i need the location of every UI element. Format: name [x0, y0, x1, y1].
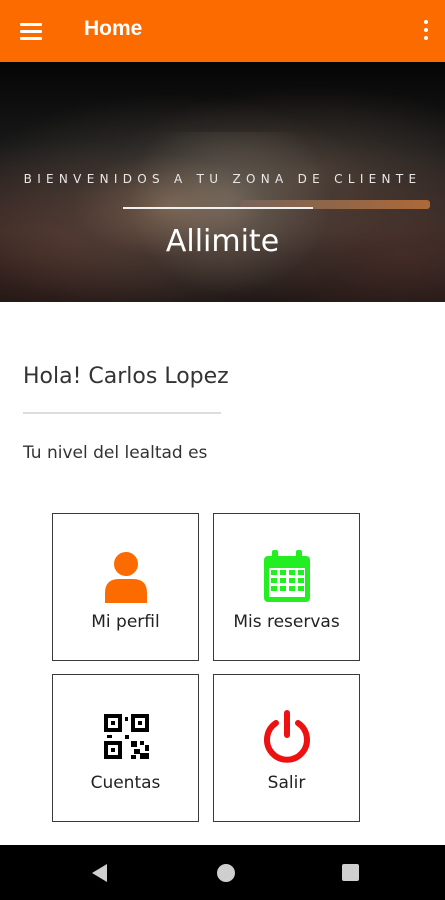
tile-label-logout: Salir	[267, 773, 306, 793]
home-circle-icon[interactable]	[217, 864, 235, 882]
person-icon	[105, 552, 147, 603]
more-vert-icon[interactable]	[413, 14, 439, 48]
hamburger-menu-icon[interactable]	[14, 16, 50, 46]
tile-label-profile: Mi perfil	[91, 612, 160, 632]
power-icon	[264, 710, 310, 763]
app-bar: Home	[0, 0, 445, 62]
hero-divider	[123, 207, 313, 209]
profile-tile-button[interactable]: Mi perfil	[52, 513, 199, 661]
reservations-tile-button[interactable]: Mis reservas	[213, 513, 360, 661]
tile-label-reservations: Mis reservas	[233, 612, 340, 632]
recents-square-icon[interactable]	[342, 864, 359, 881]
hero-title: Allimite	[165, 224, 280, 259]
page-title: Home	[84, 17, 143, 40]
back-triangle-icon[interactable]	[92, 864, 107, 882]
calendar-icon	[264, 550, 310, 602]
hero-banner: BIENVENIDOS A TU ZONA DE CLIENTE Allimit…	[0, 62, 445, 302]
greeting-text: Hola! Carlos Lopez	[23, 364, 229, 389]
loyalty-level-text: Tu nivel del lealtad es	[23, 443, 208, 463]
greeting-divider	[23, 412, 221, 414]
logout-tile-button[interactable]: Salir	[213, 674, 360, 822]
qr-code-icon	[104, 714, 149, 759]
hero-background-image	[120, 132, 340, 302]
accounts-tile-button[interactable]: Cuentas	[52, 674, 199, 822]
tile-label-accounts: Cuentas	[90, 773, 161, 793]
system-nav-bar	[0, 845, 445, 900]
hero-subtitle: BIENVENIDOS A TU ZONA DE CLIENTE	[23, 172, 422, 186]
